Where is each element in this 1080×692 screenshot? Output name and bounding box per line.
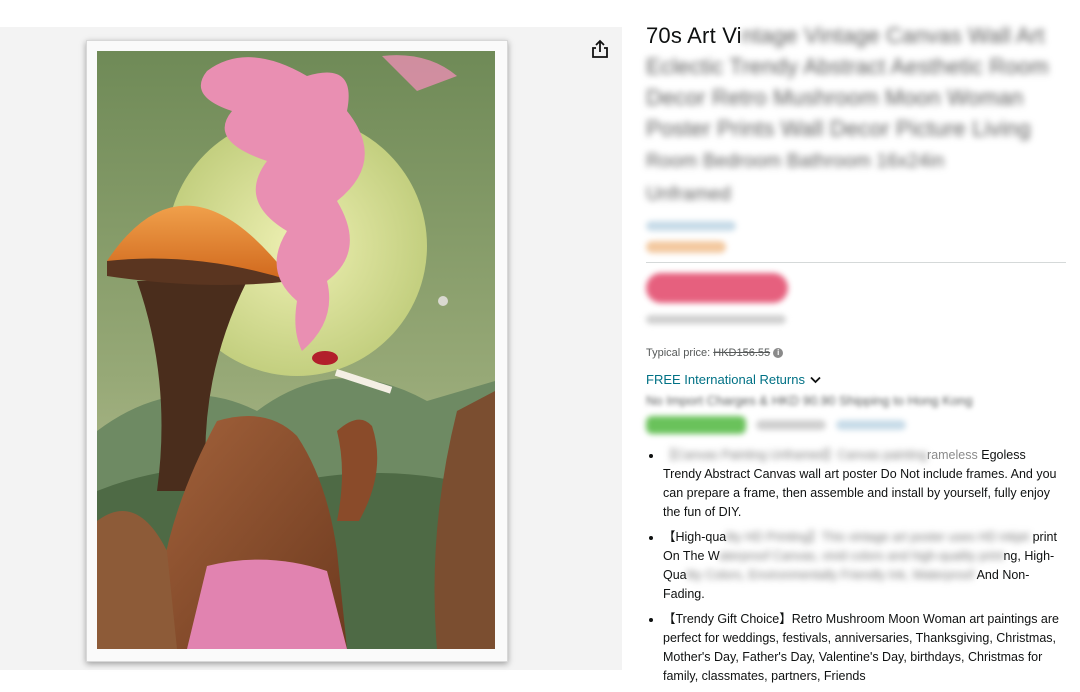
stock-badge — [646, 416, 746, 434]
product-title-visible: 70s Art Vi — [646, 23, 742, 48]
product-details: 70s Art Vintage Vintage Canvas Wall Art … — [646, 20, 1066, 692]
free-returns-link[interactable]: FREE International Returns — [646, 372, 1066, 387]
product-title-blurred-5: Room Bedroom Bathroom 16x24in — [646, 151, 945, 172]
typical-price-row: Typical price: HKD156.55 i — [646, 347, 1066, 359]
product-main-image[interactable] — [86, 40, 508, 662]
info-icon[interactable]: i — [773, 348, 784, 359]
bullet-item: 【High-quality HD Printing】This vintage a… — [663, 528, 1066, 604]
product-title-blurred-3: Decor Retro Mushroom Moon Woman — [646, 85, 1024, 110]
product-title-blurred-6: Unframed — [646, 184, 732, 205]
price-display — [646, 273, 788, 303]
bullet-2-line2-blurred: aterproof Canvas, vivid colors and high-… — [719, 549, 1004, 563]
bullet-1-blurred: 【Canvas Painting Unframed】Canvas paintin… — [663, 448, 928, 462]
delivery-text — [756, 420, 826, 430]
feature-bullets: 【Canvas Painting Unframed】Canvas paintin… — [646, 446, 1066, 686]
delivery-row — [646, 416, 1066, 434]
divider — [646, 262, 1066, 263]
product-title: 70s Art Vintage Vintage Canvas Wall Art … — [646, 20, 1066, 210]
free-returns-label: FREE International Returns — [646, 372, 805, 387]
rating-row[interactable] — [646, 218, 1066, 232]
bullet-2-line3-suffix: And — [976, 568, 999, 582]
price-subline-text — [646, 315, 786, 324]
bullet-2-prefix: 【High-qua — [663, 530, 727, 544]
bullet-item: 【Canvas Painting Unframed】Canvas paintin… — [663, 446, 1066, 522]
bullet-1-tail: rameless — [927, 448, 978, 462]
shipping-info: No Import Charges & HKD 90.90 Shipping t… — [646, 393, 1066, 408]
shipping-text: No Import Charges & HKD 90.90 Shipping t… — [646, 393, 973, 408]
product-title-blurred-4: Poster Prints Wall Decor Picture Living — [646, 116, 1031, 141]
chevron-down-icon — [810, 376, 821, 383]
bullet-2-line2-prefix: On The W — [663, 549, 720, 563]
product-title-blurred-1: ntage Vintage Canvas Wall Art — [741, 23, 1045, 48]
typical-price-value: HKD156.55 — [713, 347, 771, 359]
bullet-2-blurred: lity HD Printing】This vintage art poster… — [726, 530, 1030, 544]
share-button[interactable] — [586, 35, 614, 63]
bullet-3-text: 【Trendy Gift Choice】Retro Mushroom Moon … — [663, 612, 1059, 683]
price-subline — [646, 311, 1066, 329]
rating-link[interactable] — [646, 221, 736, 231]
bullet-2-line3-blurred: lity Colors, Environmentally Friendly In… — [686, 568, 974, 582]
typical-price-label: Typical price: — [646, 347, 711, 359]
share-icon — [592, 39, 608, 58]
bullet-2-suffix: print — [1032, 530, 1057, 544]
poster-artwork — [97, 51, 495, 649]
product-title-blurred-2: Eclectic Trendy Abstract Aesthetic Room — [646, 54, 1049, 79]
delivery-link[interactable] — [836, 420, 906, 430]
badge-row — [646, 240, 1066, 254]
badge — [646, 241, 726, 253]
bullet-item: 【Trendy Gift Choice】Retro Mushroom Moon … — [663, 610, 1066, 686]
bullet-2-line2-suffix: ng, — [1003, 549, 1021, 563]
